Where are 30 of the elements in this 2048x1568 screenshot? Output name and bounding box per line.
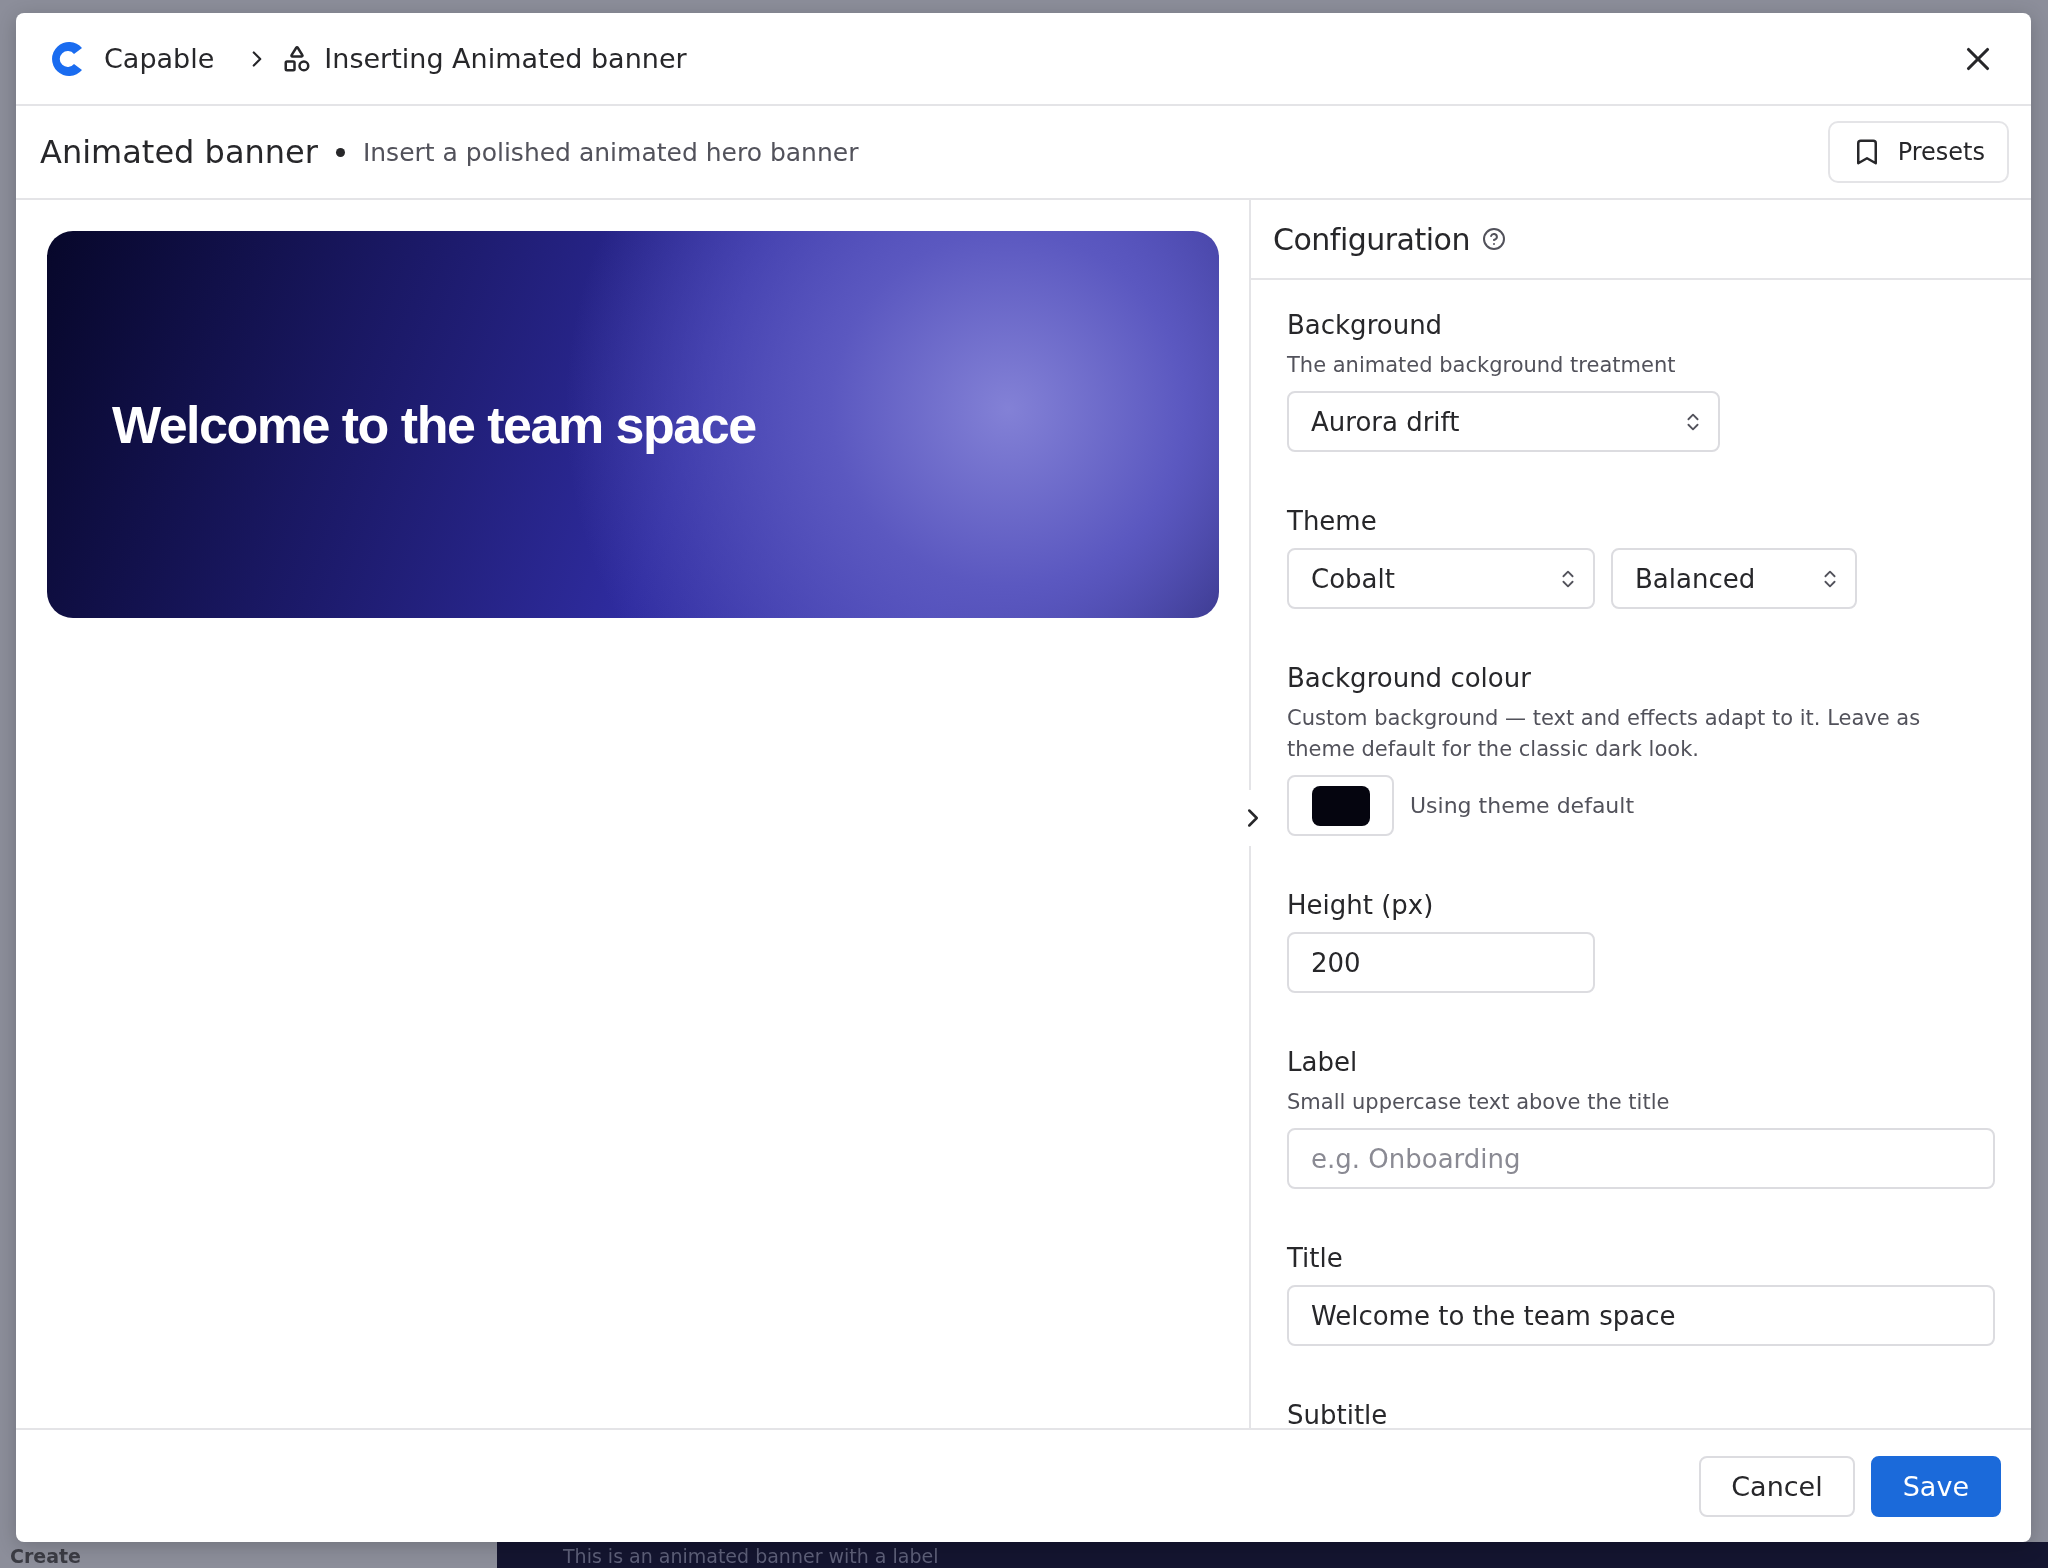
select-field[interactable]: Cobalt: [1287, 548, 1595, 609]
input-field[interactable]: Welcome to the team space: [1287, 1285, 1995, 1346]
field-description: Custom background — text and effects adapt to it. Leave as theme default for the classic dark look.: [1287, 705, 1922, 763]
field-label: Background colour: [1287, 662, 1532, 695]
field-label: Subtitle: [1287, 1399, 1389, 1428]
separator-dot: [335, 147, 345, 157]
select-field[interactable]: Balanced: [1611, 548, 1857, 609]
field-label: Label: [1287, 1046, 1359, 1079]
field-label: Background: [1287, 309, 1444, 342]
colour-swatch-button[interactable]: [1287, 775, 1394, 836]
colour-status: Using theme default: [1410, 793, 1635, 818]
presets-button[interactable]: Presets: [1827, 121, 2009, 183]
input-field[interactable]: 200: [1287, 932, 1595, 993]
app-name[interactable]: Capable: [104, 43, 215, 74]
field-description: Small uppercase text above the title: [1287, 1089, 1671, 1116]
banner-text: This is an animated banner with a label: [563, 1544, 939, 1568]
panel-title: Configuration: [1273, 221, 1470, 257]
select-field[interactable]: Aurora drift: [1287, 391, 1720, 452]
save-button[interactable]: Save: [1870, 1455, 2001, 1517]
dialog-title: Animated banner: [40, 133, 318, 171]
dialog-subtitle: Insert a polished animated hero banner: [362, 137, 859, 167]
page-title: Inserting Animated banner: [324, 43, 687, 74]
field-label: Theme: [1287, 505, 1378, 538]
field-description: The animated background treatment: [1287, 352, 1677, 379]
field-label: Height (px): [1287, 889, 1435, 922]
help-icon[interactable]: [1481, 227, 1506, 251]
input-field[interactable]: e.g. Onboarding: [1287, 1128, 1995, 1189]
field-label: Title: [1287, 1242, 1344, 1275]
cancel-button[interactable]: Cancel: [1699, 1455, 1855, 1517]
banner-title: Welcome to the team space: [112, 394, 756, 455]
